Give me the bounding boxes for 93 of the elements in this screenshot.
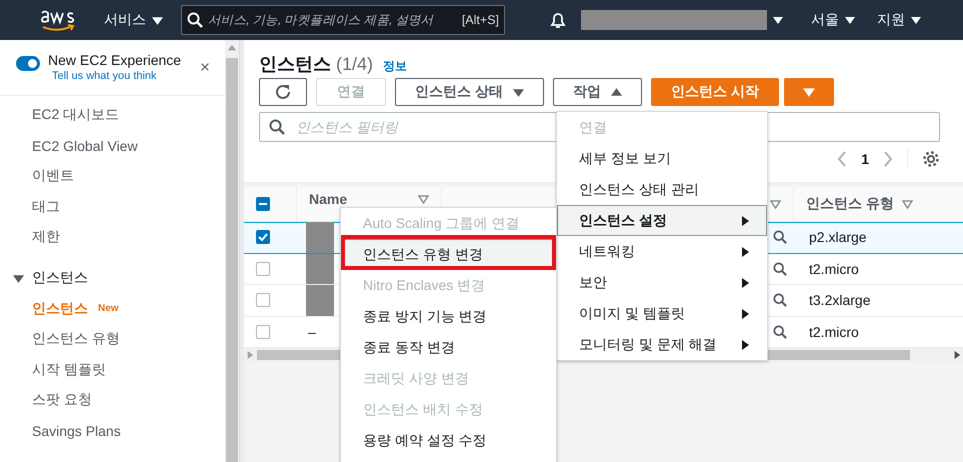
nav-item[interactable]: 제한 bbox=[0, 222, 225, 252]
nav-item-label: 스팟 요청 bbox=[32, 391, 92, 410]
menu-item[interactable]: 이미지 및 템플릿 bbox=[557, 298, 767, 329]
menu-item[interactable]: 종료 동작 변경 bbox=[341, 332, 556, 363]
caret-icon bbox=[152, 14, 163, 26]
caret-icon bbox=[611, 86, 622, 98]
refresh-button[interactable] bbox=[259, 78, 307, 106]
caret-icon bbox=[13, 272, 24, 284]
nav-section-header[interactable]: 인스턴스 bbox=[0, 262, 94, 294]
prev-page-icon[interactable] bbox=[837, 151, 848, 167]
sort-caret-icon[interactable] bbox=[902, 200, 913, 208]
menu-item[interactable]: 용량 예약 설정 수정 bbox=[341, 425, 556, 456]
nav-item[interactable]: EC2 대시보드 bbox=[0, 100, 225, 130]
services-menu[interactable]: 서비스 bbox=[104, 11, 163, 29]
nav-item[interactable]: 인스턴스 유형 bbox=[0, 324, 225, 354]
nav-item-label: Savings Plans bbox=[32, 422, 121, 439]
menu-item[interactable]: 인스턴스 상태 관리 bbox=[557, 174, 767, 205]
row-checkbox[interactable] bbox=[256, 262, 270, 276]
submenu-caret-icon bbox=[740, 278, 750, 288]
search-field[interactable]: 서비스, 기능, 마켓플레이스 제품, 설명서 [Alt+S] bbox=[181, 5, 505, 35]
submenu-caret-icon bbox=[740, 216, 750, 226]
toggle-switch[interactable] bbox=[16, 56, 40, 71]
search-icon bbox=[269, 119, 285, 135]
search-icon bbox=[187, 12, 203, 28]
nav-item[interactable]: Savings Plans bbox=[0, 416, 225, 446]
refresh-icon bbox=[274, 83, 292, 101]
nav-item[interactable]: EC2 Global View bbox=[0, 130, 225, 161]
bell-icon[interactable] bbox=[549, 11, 567, 29]
experience-label: New EC2 Experience bbox=[48, 52, 182, 68]
caret-icon bbox=[911, 15, 921, 25]
nav-item-label: 시작 템플릿 bbox=[32, 360, 106, 379]
row-checkbox[interactable] bbox=[256, 324, 270, 339]
row-checkbox[interactable] bbox=[256, 230, 270, 244]
menu-item-label: 연결 bbox=[579, 118, 607, 136]
menu-item[interactable]: 종료 방지 기능 변경 bbox=[341, 301, 556, 332]
sort-caret-icon[interactable] bbox=[770, 200, 781, 208]
menu-item[interactable]: 모니터링 및 문제 해결 bbox=[557, 329, 767, 360]
column-header[interactable]: 인스턴스 유형 bbox=[806, 195, 894, 213]
submenu-caret-icon bbox=[740, 308, 750, 318]
nav-item-label: 인스턴스 bbox=[32, 300, 88, 318]
menu-item-label: 네트워킹 bbox=[579, 242, 635, 260]
shortcut-hint: [Alt+S] bbox=[462, 13, 499, 27]
menu-item-label: 인스턴스 상태 관리 bbox=[579, 180, 699, 198]
menu-item-label: 모니터링 및 문제 해결 bbox=[579, 336, 717, 354]
menu-item[interactable]: 네트워킹 bbox=[557, 236, 767, 267]
next-page-icon[interactable] bbox=[883, 151, 893, 167]
caret-icon bbox=[512, 86, 524, 98]
scroll-left-icon bbox=[246, 351, 254, 359]
search-icon bbox=[773, 262, 787, 276]
support-menu[interactable]: 지원 bbox=[877, 11, 921, 29]
select-all-checkbox[interactable] bbox=[256, 197, 270, 211]
instance-state-button[interactable]: 인스턴스 상태 bbox=[395, 78, 544, 106]
search-icon bbox=[773, 324, 787, 339]
scroll-right-icon bbox=[953, 351, 961, 359]
check-icon bbox=[258, 233, 268, 242]
nav-item[interactable]: 태그 bbox=[0, 192, 225, 222]
new-label: New bbox=[98, 303, 119, 314]
minus-icon bbox=[259, 203, 267, 205]
nav-item[interactable]: 스팟 요청 bbox=[0, 385, 225, 416]
feedback-link[interactable]: Tell us what you think bbox=[52, 70, 182, 82]
sort-caret-icon[interactable] bbox=[418, 195, 429, 204]
nav-item-label: 인스턴스 유형 bbox=[32, 330, 120, 348]
column-header[interactable]: Name bbox=[309, 191, 348, 207]
table-cell: – bbox=[308, 324, 316, 340]
table-cell: p2.xlarge bbox=[809, 229, 867, 246]
caret-icon bbox=[845, 15, 855, 25]
menu-item-label: 인스턴스 설정 bbox=[579, 212, 667, 230]
search-icon bbox=[773, 230, 787, 244]
scroll-up-icon bbox=[228, 44, 236, 52]
launch-dropdown-button[interactable] bbox=[784, 78, 834, 106]
settings-icon[interactable] bbox=[922, 150, 940, 168]
search-icon bbox=[773, 293, 787, 308]
menu-item[interactable]: 인스턴스 설정 bbox=[557, 205, 767, 236]
menu-item[interactable]: 세부 정보 보기 bbox=[557, 143, 767, 174]
caret-icon bbox=[803, 86, 815, 98]
submenu-caret-icon bbox=[740, 246, 750, 256]
table-cell: t2.micro bbox=[809, 260, 859, 277]
nav-item[interactable]: 시작 템플릿 bbox=[0, 354, 225, 385]
row-checkbox[interactable] bbox=[256, 293, 270, 308]
nav-item[interactable]: 이벤트 bbox=[0, 161, 225, 192]
info-link[interactable]: 정보 bbox=[383, 58, 408, 75]
menu-item-label: 이미지 및 템플릿 bbox=[579, 304, 685, 322]
region-menu[interactable]: 서울 bbox=[811, 11, 855, 29]
menu-item[interactable]: 보안 bbox=[557, 267, 767, 298]
actions-button[interactable]: 작업 bbox=[553, 78, 642, 106]
menu-item-label: 세부 정보 보기 bbox=[579, 150, 671, 168]
menu-item-label: 보안 bbox=[579, 274, 607, 292]
page-title: 인스턴스 (1/4) bbox=[259, 53, 374, 76]
scrollbar[interactable] bbox=[225, 40, 240, 462]
table-cell: t2.micro bbox=[809, 324, 859, 340]
table-cell: t3.2xlarge bbox=[809, 292, 870, 308]
caret-icon bbox=[773, 15, 783, 25]
page-number[interactable]: 1 bbox=[861, 151, 869, 167]
